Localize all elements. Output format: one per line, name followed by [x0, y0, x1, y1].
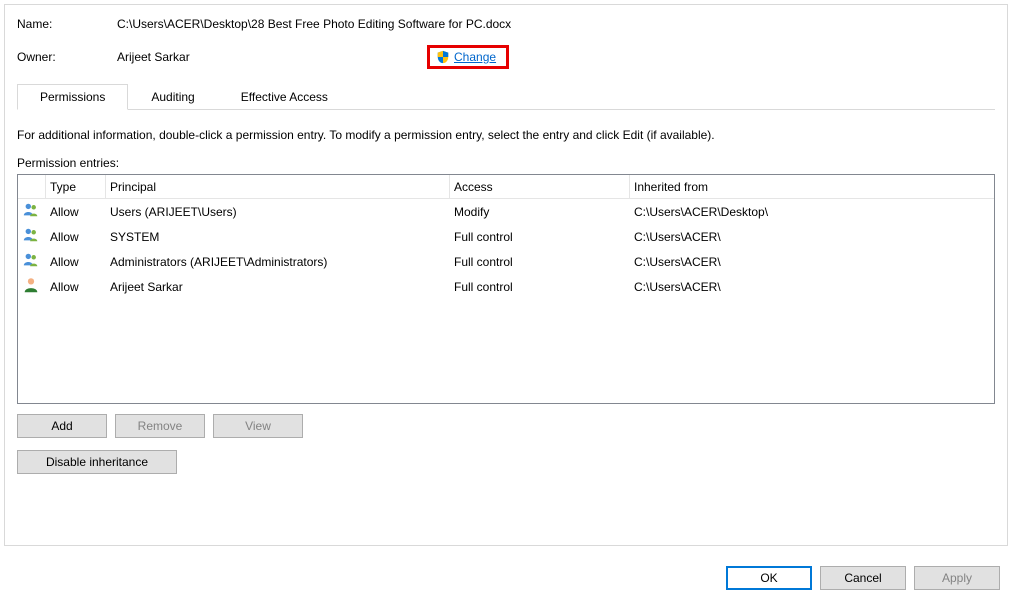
cell-principal: Arijeet Sarkar: [106, 278, 450, 296]
cell-principal: SYSTEM: [106, 228, 450, 246]
change-highlight-box: Change: [427, 45, 509, 69]
cell-type: Allow: [46, 253, 106, 271]
cell-principal: Administrators (ARIJEET\Administrators): [106, 253, 450, 271]
cell-inherited: C:\Users\ACER\: [630, 253, 994, 271]
name-row: Name: C:\Users\ACER\Desktop\28 Best Free…: [17, 17, 995, 31]
tabs: Permissions Auditing Effective Access: [17, 83, 995, 110]
cell-access: Modify: [450, 203, 630, 221]
cancel-button[interactable]: Cancel: [820, 566, 906, 590]
apply-button[interactable]: Apply: [914, 566, 1000, 590]
owner-row: Owner: Arijeet Sarkar Change: [17, 45, 995, 69]
tab-permissions[interactable]: Permissions: [17, 84, 128, 110]
name-label: Name:: [17, 17, 117, 31]
cell-icon: [18, 249, 46, 274]
user-icon: [22, 276, 40, 294]
th-icon[interactable]: [18, 175, 46, 198]
shield-icon: [436, 50, 450, 64]
main-panel: Name: C:\Users\ACER\Desktop\28 Best Free…: [4, 4, 1008, 546]
cell-icon: [18, 199, 46, 224]
table-header: Type Principal Access Inherited from: [18, 175, 994, 199]
entries-table: Type Principal Access Inherited from All…: [17, 174, 995, 404]
th-principal[interactable]: Principal: [106, 175, 450, 198]
cell-access: Full control: [450, 253, 630, 271]
table-row[interactable]: AllowUsers (ARIJEET\Users)ModifyC:\Users…: [18, 199, 994, 224]
view-button[interactable]: View: [213, 414, 303, 438]
table-row[interactable]: AllowArijeet SarkarFull controlC:\Users\…: [18, 274, 994, 299]
cell-access: Full control: [450, 228, 630, 246]
th-inherited[interactable]: Inherited from: [630, 175, 994, 198]
users-icon: [22, 226, 40, 244]
users-icon: [22, 201, 40, 219]
instructions-text: For additional information, double-click…: [17, 128, 995, 142]
add-button[interactable]: Add: [17, 414, 107, 438]
owner-value: Arijeet Sarkar: [117, 50, 427, 64]
cell-principal: Users (ARIJEET\Users): [106, 203, 450, 221]
entries-label: Permission entries:: [17, 156, 995, 170]
users-icon: [22, 251, 40, 269]
th-type[interactable]: Type: [46, 175, 106, 198]
table-body: AllowUsers (ARIJEET\Users)ModifyC:\Users…: [18, 199, 994, 299]
table-row[interactable]: AllowSYSTEMFull controlC:\Users\ACER\: [18, 224, 994, 249]
cell-inherited: C:\Users\ACER\Desktop\: [630, 203, 994, 221]
owner-label: Owner:: [17, 50, 117, 64]
cell-type: Allow: [46, 228, 106, 246]
tab-auditing[interactable]: Auditing: [128, 84, 217, 110]
cell-inherited: C:\Users\ACER\: [630, 278, 994, 296]
bottom-bar: OK Cancel Apply: [726, 554, 1008, 601]
th-access[interactable]: Access: [450, 175, 630, 198]
table-row[interactable]: AllowAdministrators (ARIJEET\Administrat…: [18, 249, 994, 274]
ok-button[interactable]: OK: [726, 566, 812, 590]
remove-button[interactable]: Remove: [115, 414, 205, 438]
cell-type: Allow: [46, 203, 106, 221]
cell-type: Allow: [46, 278, 106, 296]
name-value: C:\Users\ACER\Desktop\28 Best Free Photo…: [117, 17, 511, 31]
change-link[interactable]: Change: [454, 50, 496, 64]
disable-inheritance-button[interactable]: Disable inheritance: [17, 450, 177, 474]
button-row: Add Remove View: [17, 414, 995, 438]
tab-effective-access[interactable]: Effective Access: [218, 84, 351, 110]
cell-inherited: C:\Users\ACER\: [630, 228, 994, 246]
cell-icon: [18, 274, 46, 299]
cell-access: Full control: [450, 278, 630, 296]
cell-icon: [18, 224, 46, 249]
